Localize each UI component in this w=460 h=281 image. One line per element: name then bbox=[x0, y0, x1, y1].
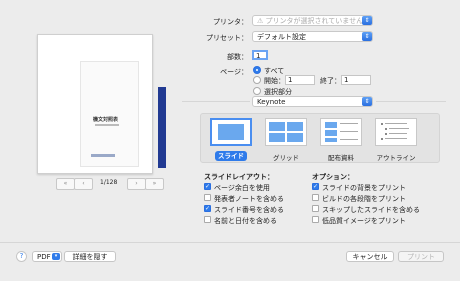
hide-details-button[interactable]: 詳細を隠す bbox=[64, 251, 116, 262]
include-skipped-checkbox[interactable] bbox=[312, 205, 319, 212]
layout-slide-label[interactable]: スライド bbox=[215, 151, 247, 161]
print-backgrounds-label: スライドの背景をプリント bbox=[322, 184, 406, 192]
printer-value: プリンタが選択されていません bbox=[265, 17, 364, 25]
pages-to-field[interactable]: 1 bbox=[341, 75, 371, 85]
presenter-notes-label: 発表者ノートを含める bbox=[214, 195, 284, 203]
help-button[interactable]: ? bbox=[16, 251, 27, 262]
pages-all-label: すべて bbox=[264, 67, 285, 75]
grid-layout-icon bbox=[287, 122, 303, 131]
layout-slide-thumbnail[interactable] bbox=[210, 118, 252, 146]
pages-all-radio[interactable] bbox=[253, 66, 261, 74]
pages-from-field[interactable]: 1 bbox=[285, 75, 315, 85]
printer-label: プリンタ： bbox=[213, 18, 248, 26]
pages-to-label: 終了： bbox=[320, 77, 341, 85]
layout-grid-label[interactable]: グリッド bbox=[261, 152, 311, 162]
layout-grid-thumbnail[interactable] bbox=[265, 118, 307, 146]
outline-line bbox=[389, 133, 407, 134]
use-margins-checkbox[interactable]: ✓ bbox=[204, 183, 211, 190]
layout-outline-thumbnail[interactable] bbox=[375, 118, 417, 146]
pages-from-label: 開始： bbox=[264, 77, 285, 85]
handout-layout-icon bbox=[325, 138, 337, 142]
copies-label: 部数： bbox=[227, 53, 248, 61]
low-quality-checkbox[interactable] bbox=[312, 216, 319, 223]
layout-handout-thumbnail[interactable] bbox=[320, 118, 362, 146]
name-date-checkbox[interactable] bbox=[204, 216, 211, 223]
cancel-button[interactable]: キャンセル bbox=[346, 251, 394, 262]
outline-bullet bbox=[381, 123, 383, 125]
print-dialog: 機文対照表 « ‹ 1/128 › » プリンタ： ⚠ プリンタが選択されていま… bbox=[0, 0, 460, 281]
slide-numbers-checkbox[interactable]: ✓ bbox=[204, 205, 211, 212]
outline-line bbox=[385, 123, 407, 124]
outline-line bbox=[385, 138, 407, 139]
preview-doc-title: 機文対照表 bbox=[93, 117, 119, 123]
pdf-menu-button[interactable]: PDF ▾ bbox=[32, 251, 62, 262]
preset-value: デフォルト設定 bbox=[257, 33, 306, 41]
handout-line bbox=[340, 123, 358, 124]
grid-layout-icon bbox=[269, 133, 285, 142]
slide-numbers-label: スライド番号を含める bbox=[214, 206, 284, 214]
bottom-bar: ? PDF ▾ 詳細を隠す キャンセル プリント bbox=[0, 242, 460, 281]
handout-layout-icon bbox=[325, 122, 337, 128]
preview-pane: 機文対照表 « ‹ 1/128 › » bbox=[10, 10, 178, 240]
app-options-value: Keynote bbox=[257, 98, 286, 106]
slide-layout-title: スライドレイアウト： bbox=[204, 173, 274, 181]
print-builds-checkbox[interactable] bbox=[312, 194, 319, 201]
grid-layout-icon bbox=[287, 133, 303, 142]
app-options-popup[interactable]: Keynote ⇕ bbox=[252, 96, 373, 107]
page-counter: 1/128 bbox=[100, 179, 118, 186]
options-title: オプション： bbox=[312, 173, 354, 181]
print-builds-label: ビルドの各段階をプリント bbox=[322, 195, 406, 203]
preview-doc-logo bbox=[91, 154, 115, 157]
preset-label: プリセット： bbox=[206, 34, 248, 42]
pdf-label: PDF bbox=[37, 253, 51, 261]
copies-field[interactable]: 1 bbox=[252, 50, 268, 60]
print-backgrounds-checkbox[interactable]: ✓ bbox=[312, 183, 319, 190]
slide-layout-icon bbox=[218, 124, 244, 140]
pages-label: ページ： bbox=[220, 68, 248, 76]
chevron-down-icon: ▾ bbox=[52, 253, 60, 260]
low-quality-label: 低品質イメージをプリント bbox=[322, 217, 406, 225]
layout-selector: スライド グリッド 配布資料 アウトライン bbox=[200, 113, 440, 163]
presenter-notes-checkbox[interactable] bbox=[204, 194, 211, 201]
pages-selection-radio[interactable] bbox=[253, 87, 261, 95]
print-button[interactable]: プリント bbox=[398, 251, 444, 262]
next-page-button[interactable]: › bbox=[127, 178, 146, 190]
preview-page: 機文対照表 bbox=[37, 34, 166, 174]
outline-bullet bbox=[385, 128, 387, 130]
handout-layout-icon bbox=[325, 130, 337, 136]
preview-document: 機文対照表 bbox=[80, 61, 139, 167]
printer-popup[interactable]: ⚠ プリンタが選択されていません ⇕ bbox=[252, 15, 373, 26]
grid-layout-icon bbox=[269, 122, 285, 131]
chevron-updown-icon: ⇕ bbox=[362, 97, 372, 106]
handout-line bbox=[340, 139, 358, 140]
outline-line bbox=[389, 128, 409, 129]
use-margins-label: ページ余白を使用 bbox=[214, 184, 270, 192]
first-page-button[interactable]: « bbox=[56, 178, 75, 190]
layout-handout-label[interactable]: 配布資料 bbox=[316, 152, 366, 162]
handout-line bbox=[340, 131, 358, 132]
warning-icon: ⚠ bbox=[257, 17, 264, 25]
separator bbox=[182, 101, 250, 102]
name-date-label: 名前と日付を含める bbox=[214, 217, 277, 225]
preview-doc-sidebar bbox=[158, 87, 166, 168]
preset-popup[interactable]: デフォルト設定 ⇕ bbox=[252, 31, 373, 42]
include-skipped-label: スキップしたスライドを含める bbox=[322, 206, 420, 214]
separator bbox=[376, 101, 446, 102]
chevron-updown-icon: ⇕ bbox=[362, 16, 372, 25]
outline-bullet bbox=[385, 133, 387, 135]
pages-range-radio[interactable] bbox=[253, 76, 261, 84]
preview-doc-subtitle-line bbox=[95, 124, 119, 126]
last-page-button[interactable]: » bbox=[145, 178, 164, 190]
previous-page-button[interactable]: ‹ bbox=[74, 178, 93, 190]
outline-bullet bbox=[381, 138, 383, 140]
layout-outline-label[interactable]: アウトライン bbox=[371, 152, 421, 162]
chevron-updown-icon: ⇕ bbox=[362, 32, 372, 41]
